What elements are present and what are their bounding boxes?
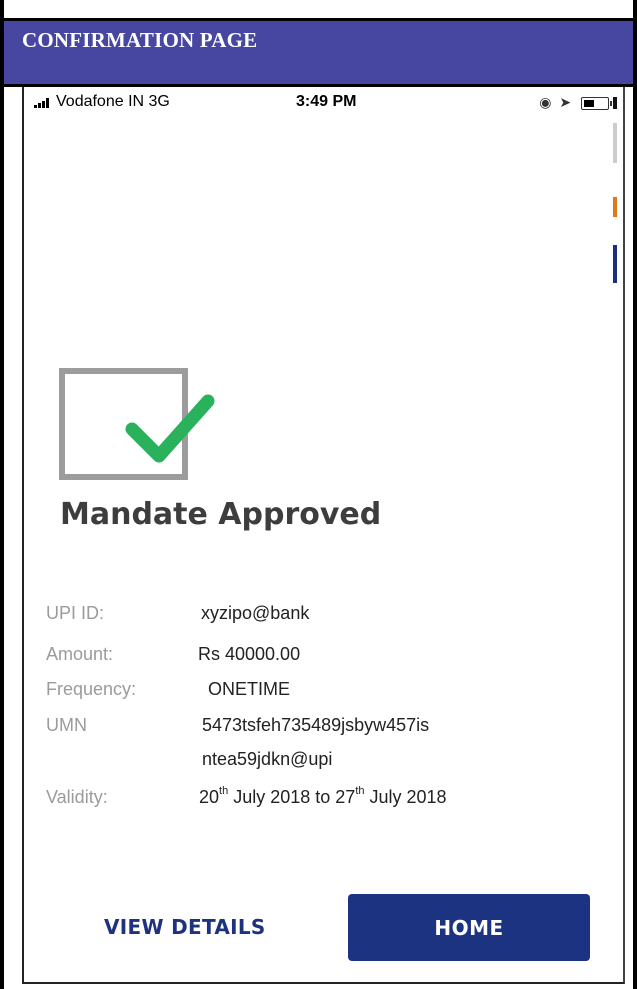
location-icon: ➤ [559, 94, 572, 110]
view-details-button[interactable]: VIEW DETAILS [104, 915, 266, 939]
amount-value: Rs 40000.00 [198, 644, 301, 664]
signal-icon [34, 98, 52, 108]
umn-value-line2: ntea59jdkn@upi [202, 749, 333, 769]
home-button[interactable]: HOME [348, 894, 590, 961]
amount-label: Amount: [46, 644, 114, 664]
status-title: Mandate Approved [60, 497, 382, 532]
carrier-label: Vodafone IN 3G [56, 93, 170, 110]
status-bar: Vodafone IN 3G 3:49 PM ◉ ➤ [24, 87, 623, 121]
battery-icon [581, 96, 612, 110]
frequency-label: Frequency: [46, 679, 137, 699]
page-header: CONFIRMATION PAGE [4, 21, 633, 87]
page-title: CONFIRMATION PAGE [22, 28, 258, 52]
upi-id-value: xyzipo@bank [201, 603, 310, 623]
validity-value: 20th July 2018 to 27th July 2018 [199, 785, 447, 807]
umn-label: UMN [46, 715, 87, 735]
upi-id-label: UPI ID: [46, 603, 105, 623]
clock-time: 3:49 PM [296, 93, 357, 110]
checkbox-checked-icon [59, 368, 215, 480]
frequency-value: ONETIME [208, 679, 291, 699]
background-app-edge [613, 97, 617, 347]
top-strip [4, 0, 633, 21]
phone-screen: Vodafone IN 3G 3:49 PM ◉ ➤ Mandate Appro… [22, 87, 625, 984]
validity-label: Validity: [46, 787, 108, 807]
orientation-lock-icon: ◉ [539, 94, 552, 110]
status-icons: ◉ ➤ [539, 94, 612, 111]
umn-value-line1: 5473tsfeh735489jsbyw457is [202, 715, 430, 735]
